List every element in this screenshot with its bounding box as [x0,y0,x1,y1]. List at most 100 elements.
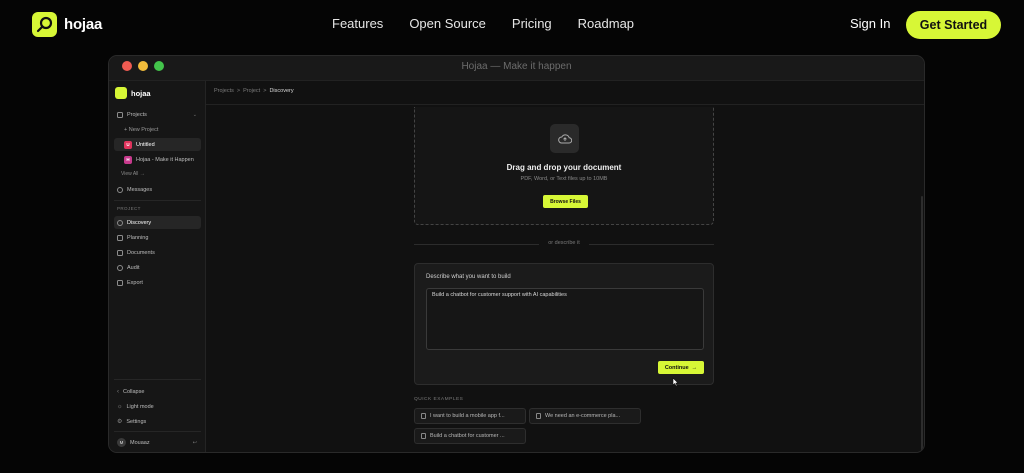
sidebar-brand-name: hojaa [131,88,151,98]
sidebar-item-label: Discovery [127,219,152,226]
logout-icon[interactable]: ↩ [193,440,197,446]
chevron-down-icon: ⌄ [192,111,197,118]
mouse-pointer-icon [672,377,679,387]
quick-example-chip[interactable]: Build a chatbot for customer ... [414,428,526,444]
view-all-link[interactable]: View All → [121,171,145,177]
main-nav: Features Open Source Pricing Roadmap [332,16,634,31]
app-window: Hojaa — Make it happen hojaa Projects ⌄ … [108,55,925,453]
folder-icon [117,111,123,118]
quick-example-chip[interactable]: I want to build a mobile app f... [414,408,526,424]
sign-in-link[interactable]: Sign In [850,16,890,31]
clock-icon [117,264,123,271]
document-icon [536,413,541,419]
settings-button[interactable]: ⚙ Settings [114,415,201,428]
sidebar-item-label: Light mode [126,403,154,410]
sidebar-item-label: Planning [127,234,149,241]
breadcrumb: Projects > Project > Discovery [214,88,294,94]
window-titlebar: Hojaa — Make it happen [109,56,924,81]
main-content: Projects > Project > Discovery Drag and … [206,81,924,452]
hojaa-logo-icon [115,87,127,99]
sidebar-item-label: Documents [127,249,155,256]
breadcrumb-project[interactable]: Project [243,88,260,94]
quick-example-label: We need an e-commerce pla... [545,413,621,419]
sidebar-item-label: Export [127,279,143,286]
sidebar-item-documents[interactable]: Documents [114,246,201,259]
brand-name: hojaa [64,16,103,33]
new-project-button[interactable]: + New Project [114,123,201,136]
message-icon [117,186,123,193]
description-textarea[interactable]: Build a chatbot for customer support wit… [426,288,704,350]
collapse-sidebar-button[interactable]: ‹ Collapse [114,385,201,398]
sidebar-item-audit[interactable]: Audit [114,261,201,274]
describe-label: Describe what you want to build [426,274,511,280]
sidebar-divider [114,200,201,201]
brand-logo[interactable]: hojaa [32,12,102,37]
hojaa-logo-icon [32,12,57,37]
get-started-button[interactable]: Get Started [906,11,1001,39]
breadcrumb-separator: > [236,88,241,94]
scrollbar[interactable] [921,196,923,452]
breadcrumb-current: Discovery [269,88,294,94]
sidebar-item-label: Projects [127,111,147,118]
quick-example-label: I want to build a mobile app f... [430,413,505,419]
nav-link-pricing[interactable]: Pricing [512,16,552,31]
avatar: M [117,438,126,447]
sidebar-item-label: Hojaa - Make it Happen [136,156,194,163]
sidebar-logo[interactable]: hojaa [115,87,151,99]
continue-label: Continue [664,364,689,371]
user-profile[interactable]: M Mouaaz ↩ [114,436,201,449]
user-name: Mouaaz [130,439,150,446]
sidebar-item-label: Settings [126,418,147,425]
quick-example-label: Build a chatbot for customer ... [430,433,505,439]
sidebar-item-discovery[interactable]: Discovery [114,216,201,229]
describe-panel: Describe what you want to build Build a … [414,263,714,385]
arrow-right-icon: → [691,364,698,371]
quick-example-chip[interactable]: We need an e-commerce pla... [529,408,641,424]
export-icon [117,279,123,286]
quick-examples-title: QUICK EXAMPLES [414,397,464,402]
project-badge: U [124,140,132,149]
sidebar-item-planning[interactable]: Planning [114,231,201,244]
chevron-left-icon: ‹ [117,388,119,395]
sidebar-item-projects[interactable]: Projects ⌄ [114,108,201,121]
sidebar-item-messages[interactable]: Messages [114,183,201,196]
document-icon [421,413,426,419]
nav-link-open-source[interactable]: Open Source [409,16,486,31]
breadcrumb-separator: > [263,88,267,94]
sidebar-item-export[interactable]: Export [114,276,201,289]
divider-line [589,244,714,245]
sidebar-project-hojaa[interactable]: H Hojaa - Make it Happen [114,153,201,166]
sidebar-item-label: Messages [127,186,153,193]
or-divider: or describe it [414,239,714,249]
sidebar-section-title: PROJECT [117,206,141,211]
divider-label: or describe it [548,240,580,246]
window-title: Hojaa — Make it happen [461,61,572,72]
sidebar-item-label: Audit [127,264,140,271]
sidebar-item-label: Collapse [123,388,145,395]
project-badge: H [124,155,132,164]
sidebar-divider [114,431,201,432]
breadcrumb-projects[interactable]: Projects [214,88,234,94]
dropzone-title: Drag and drop your document [506,163,622,172]
nav-link-features[interactable]: Features [332,16,383,31]
document-icon [421,433,426,439]
dropzone-subtitle: PDF, Word, or Text files up to 10MB [520,176,608,182]
grid-icon [117,234,123,241]
light-mode-toggle[interactable]: ☼ Light mode [114,400,201,413]
search-icon [117,219,123,226]
gear-icon: ⚙ [117,419,123,425]
sidebar-item-label: Untitled [136,141,155,148]
cloud-upload-icon [550,124,579,153]
sidebar-divider [114,379,201,380]
file-dropzone[interactable]: Drag and drop your document PDF, Word, o… [414,107,714,225]
continue-button[interactable]: Continue → [658,361,704,374]
nav-link-roadmap[interactable]: Roadmap [578,16,634,31]
sun-icon: ☼ [117,403,123,410]
sidebar-project-untitled[interactable]: U Untitled [114,138,201,151]
sidebar-item-label: + New Project [124,126,159,133]
document-icon [117,249,123,256]
browse-files-button[interactable]: Browse Files [543,195,588,208]
header-divider [206,104,924,105]
site-header: hojaa Features Open Source Pricing Roadm… [0,0,1024,50]
sidebar: hojaa Projects ⌄ + New Project U Untitle… [109,81,206,452]
